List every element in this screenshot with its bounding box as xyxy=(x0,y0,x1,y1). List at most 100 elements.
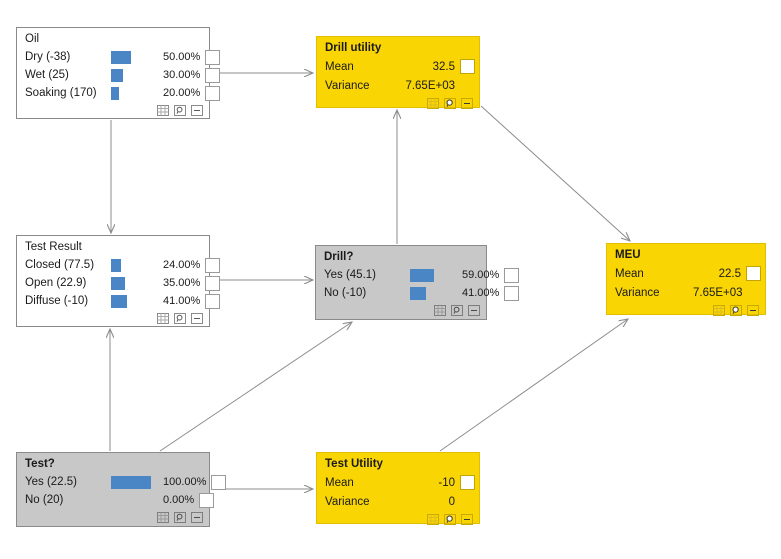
utility-checkbox-placeholder xyxy=(460,494,475,509)
node-test-result-title: Test Result xyxy=(25,241,82,253)
state-checkbox[interactable] xyxy=(211,474,227,490)
influence-diagram-canvas: Oil Dry (-38) 50.00% Wet (25) 30.00% Soa… xyxy=(0,0,781,559)
state-bar xyxy=(111,476,151,489)
node-oil-title: Oil xyxy=(25,33,40,45)
state-percent: 24.00% xyxy=(163,259,201,271)
minimize-icon[interactable] xyxy=(190,313,204,325)
node-oil[interactable]: Oil Dry (-38) 50.00% Wet (25) 30.00% Soa… xyxy=(16,27,221,121)
utility-row-value: 7.65E+03 xyxy=(405,79,455,92)
magnifier-icon[interactable] xyxy=(443,514,457,526)
utility-checkbox[interactable] xyxy=(460,475,475,490)
state-bar xyxy=(111,69,123,82)
state-checkbox[interactable] xyxy=(205,293,221,309)
state-checkbox[interactable] xyxy=(205,67,221,83)
node-toolbar xyxy=(316,302,486,321)
state-bar-cell xyxy=(111,256,163,274)
table-icon[interactable] xyxy=(433,305,447,317)
utility-row: Variance 0 xyxy=(325,492,475,511)
magnifier-icon[interactable] xyxy=(173,313,187,325)
utility-row-label: Variance xyxy=(325,495,370,508)
node-toolbar xyxy=(17,102,209,121)
utility-row: Mean 22.5 xyxy=(615,264,761,283)
utility-checkbox[interactable] xyxy=(460,59,475,74)
state-checkbox[interactable] xyxy=(199,492,215,508)
state-bar xyxy=(111,295,127,308)
state-row[interactable]: Closed (77.5) 24.00% xyxy=(25,256,221,274)
state-bar-cell xyxy=(410,266,462,284)
minimize-icon[interactable] xyxy=(190,512,204,524)
utility-checkbox[interactable] xyxy=(746,266,761,281)
minimize-icon[interactable] xyxy=(460,514,474,526)
state-checkbox[interactable] xyxy=(205,275,221,291)
node-drill-utility-rows: Mean 32.5 Variance 7.65E+03 xyxy=(317,57,479,95)
state-bar-cell xyxy=(111,473,163,491)
state-percent: 41.00% xyxy=(163,295,201,307)
minimize-icon[interactable] xyxy=(190,105,204,117)
utility-row-label: Mean xyxy=(325,60,354,73)
state-checkbox[interactable] xyxy=(504,267,520,283)
utility-row: Variance 7.65E+03 xyxy=(615,283,761,302)
node-test-title: Test? xyxy=(25,458,55,470)
state-label: Soaking (170) xyxy=(25,87,97,99)
node-meu[interactable]: MEU Mean 22.5 Variance 7.65E+03 xyxy=(606,243,766,317)
state-bar-cell xyxy=(111,274,163,292)
state-percent: 50.00% xyxy=(163,51,201,63)
node-drill[interactable]: Drill? Yes (45.1) 59.00% No (-10) 41.00% xyxy=(315,245,520,321)
magnifier-icon[interactable] xyxy=(173,512,187,524)
table-icon[interactable] xyxy=(712,305,726,317)
node-toolbar xyxy=(317,511,479,530)
node-test-utility[interactable]: Test Utility Mean -10 Variance 0 xyxy=(316,452,480,525)
node-oil-states: Dry (-38) 50.00% Wet (25) 30.00% Soaking… xyxy=(17,48,221,102)
node-meu-rows: Mean 22.5 Variance 7.65E+03 xyxy=(607,264,765,302)
utility-row-label: Variance xyxy=(325,79,370,92)
table-icon[interactable] xyxy=(156,313,170,325)
utility-row-value: 0 xyxy=(448,495,455,508)
node-drill-title: Drill? xyxy=(324,251,354,263)
node-test[interactable]: Test? Yes (22.5) 100.00% No (20) 0.00% xyxy=(16,452,227,527)
state-row[interactable]: Wet (25) 30.00% xyxy=(25,66,221,84)
state-row[interactable]: No (20) 0.00% xyxy=(25,491,215,509)
utility-checkbox-placeholder xyxy=(748,285,763,300)
utility-row: Mean -10 xyxy=(325,473,475,492)
magnifier-icon[interactable] xyxy=(729,305,743,317)
state-bar xyxy=(111,259,121,272)
state-checkbox[interactable] xyxy=(205,49,221,65)
state-percent: 0.00% xyxy=(163,494,195,506)
node-test-result-states: Closed (77.5) 24.00% Open (22.9) 35.00% … xyxy=(17,256,221,310)
state-checkbox[interactable] xyxy=(504,285,520,301)
state-row[interactable]: Soaking (170) 20.00% xyxy=(25,84,221,102)
utility-row-label: Mean xyxy=(325,476,354,489)
state-bar xyxy=(111,87,119,100)
table-icon[interactable] xyxy=(156,512,170,524)
utility-row-value: 7.65E+03 xyxy=(693,286,743,299)
state-row[interactable]: Yes (22.5) 100.00% xyxy=(25,473,227,491)
table-icon[interactable] xyxy=(426,98,440,110)
edge-test-utility-to-meu xyxy=(439,319,628,452)
edge-test-to-drill xyxy=(159,322,352,452)
utility-row-value: 22.5 xyxy=(718,267,741,280)
minimize-icon[interactable] xyxy=(460,98,474,110)
minimize-icon[interactable] xyxy=(467,305,481,317)
table-icon[interactable] xyxy=(156,105,170,117)
state-row[interactable]: Open (22.9) 35.00% xyxy=(25,274,221,292)
state-row[interactable]: Diffuse (-10) 41.00% xyxy=(25,292,221,310)
magnifier-icon[interactable] xyxy=(173,105,187,117)
magnifier-icon[interactable] xyxy=(450,305,464,317)
state-row[interactable]: Dry (-38) 50.00% xyxy=(25,48,221,66)
node-test-utility-rows: Mean -10 Variance 0 xyxy=(317,473,479,511)
node-drill-utility-title: Drill utility xyxy=(325,42,382,54)
minimize-icon[interactable] xyxy=(746,305,760,317)
table-icon[interactable] xyxy=(426,514,440,526)
node-toolbar xyxy=(317,95,479,114)
state-bar xyxy=(410,287,426,300)
edge-drill-utility-to-meu xyxy=(480,105,630,241)
magnifier-icon[interactable] xyxy=(443,98,457,110)
node-drill-utility[interactable]: Drill utility Mean 32.5 Variance 7.65E+0… xyxy=(316,36,480,109)
state-row[interactable]: Yes (45.1) 59.00% xyxy=(324,266,520,284)
node-test-result[interactable]: Test Result Closed (77.5) 24.00% Open (2… xyxy=(16,235,221,327)
state-label: Wet (25) xyxy=(25,69,69,81)
state-checkbox[interactable] xyxy=(205,85,221,101)
state-row[interactable]: No (-10) 41.00% xyxy=(324,284,520,302)
utility-checkbox-placeholder xyxy=(460,78,475,93)
state-checkbox[interactable] xyxy=(205,257,221,273)
